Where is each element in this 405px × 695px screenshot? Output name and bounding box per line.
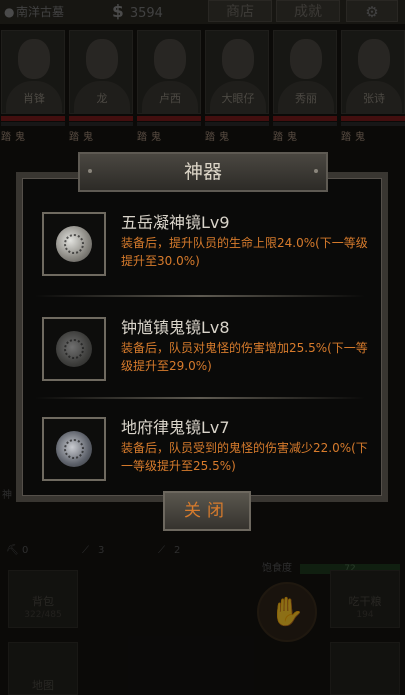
artifact-item[interactable]: 地府律鬼镜Lv7 装备后，队员受到的鬼怪的伤害减少22.0%(下一等级提升至25… xyxy=(22,417,368,497)
artifact-desc: 装备后，队员对鬼怪的伤害增加25.5%(下一等级提升至29.0%) xyxy=(121,341,368,373)
artifact-name: 地府律鬼镜Lv7 xyxy=(121,418,230,437)
divider xyxy=(35,397,365,399)
artifact-desc: 装备后，提升队员的生命上限24.0%(下一等级提升至30.0%) xyxy=(121,236,368,268)
dialog-title-plate: 神器 xyxy=(78,152,328,192)
mirror-icon xyxy=(42,212,106,276)
artifact-name: 五岳凝神镜Lv9 xyxy=(121,213,230,232)
divider xyxy=(35,295,365,297)
close-button[interactable]: 关闭 xyxy=(163,491,251,531)
mirror-icon xyxy=(42,317,106,381)
artifact-name: 钟馗镇鬼镜Lv8 xyxy=(121,318,230,337)
artifact-item[interactable]: 钟馗镇鬼镜Lv8 装备后，队员对鬼怪的伤害增加25.5%(下一等级提升至29.0… xyxy=(22,317,368,397)
artifact-desc: 装备后，队员受到的鬼怪的伤害减少22.0%(下一等级提升至25.5%) xyxy=(121,441,368,473)
mirror-icon xyxy=(42,417,106,481)
artifact-item[interactable]: 五岳凝神镜Lv9 装备后，提升队员的生命上限24.0%(下一等级提升至30.0%… xyxy=(22,212,368,292)
dialog-title: 神器 xyxy=(183,161,222,183)
